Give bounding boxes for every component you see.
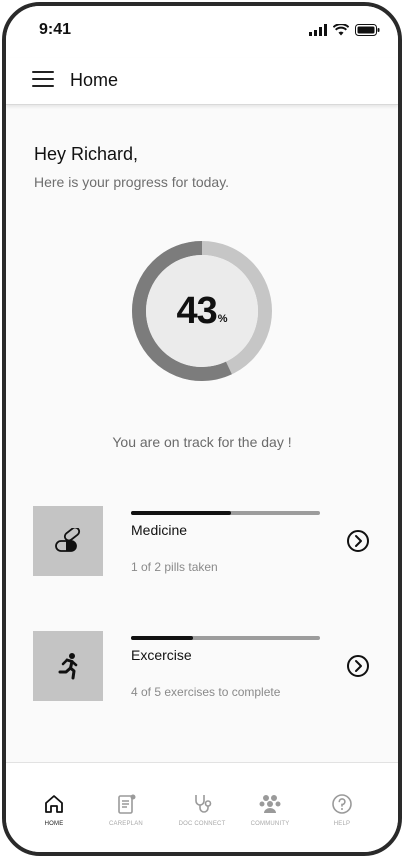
chevron-right-icon[interactable] [346,529,370,553]
tab-community-label: COMMUNITY [250,821,290,827]
progress-label: 43 % [131,240,273,382]
exercise-progress-bar [131,636,320,640]
pill-icon [55,528,81,552]
page-title: Home [70,70,119,90]
tab-community[interactable]: COMMUNITY [240,793,300,827]
medicine-thumbnail [33,506,103,576]
progress-unit: % [217,313,228,325]
battery-icon [355,24,380,36]
progress-ring: 43 % [131,240,273,382]
tab-doc-connect-label: DOC CONNECT [178,821,226,827]
app-header: Home [6,58,398,105]
bottom-tab-bar: HOME CAREPLAN DOC CONNECT COMMUNITY HELP [6,762,398,852]
exercise-title: Excercise [131,647,192,663]
progress-status: You are on track for the day ! [112,434,292,450]
tab-help[interactable]: HELP [312,793,372,827]
chevron-right-icon[interactable] [346,654,370,678]
exercise-progress-fill [131,636,194,640]
medicine-subtitle: 1 of 2 pills taken [131,560,218,574]
status-bar: 9:41 [6,6,398,58]
phone-screen: 9:41 Home Hey Richard, Here is your prog… [2,2,402,856]
tab-careplan-label: CAREPLAN [109,821,143,827]
menu-icon[interactable] [32,71,54,89]
tab-home-label: HOME [44,821,64,827]
medicine-progress-fill [131,511,232,515]
tab-careplan[interactable]: CAREPLAN [96,793,156,827]
medicine-card[interactable]: Medicine 1 of 2 pills taken [6,506,398,578]
home-icon [45,795,63,813]
medicine-title: Medicine [131,522,188,538]
careplan-icon [118,794,136,814]
progress-value: 43 [176,289,217,332]
greeting-subtitle: Here is your progress for today. [34,174,230,190]
tab-doc-connect[interactable]: DOC CONNECT [172,793,232,827]
exercise-card[interactable]: Excercise 4 of 5 exercises to complete [6,631,398,703]
medicine-progress-bar [131,511,320,515]
tab-home[interactable]: HOME [24,793,84,827]
community-icon [259,795,281,813]
status-icons [309,24,380,36]
tab-help-label: HELP [333,821,351,827]
wifi-icon [333,24,349,36]
running-icon [58,653,78,680]
exercise-thumbnail [33,631,103,701]
stethoscope-icon [195,795,212,813]
exercise-subtitle: 4 of 5 exercises to complete [131,685,281,699]
greeting-title: Hey Richard, [34,144,139,164]
signal-icon [309,24,327,36]
status-time: 9:41 [39,21,72,38]
help-icon [332,794,352,814]
